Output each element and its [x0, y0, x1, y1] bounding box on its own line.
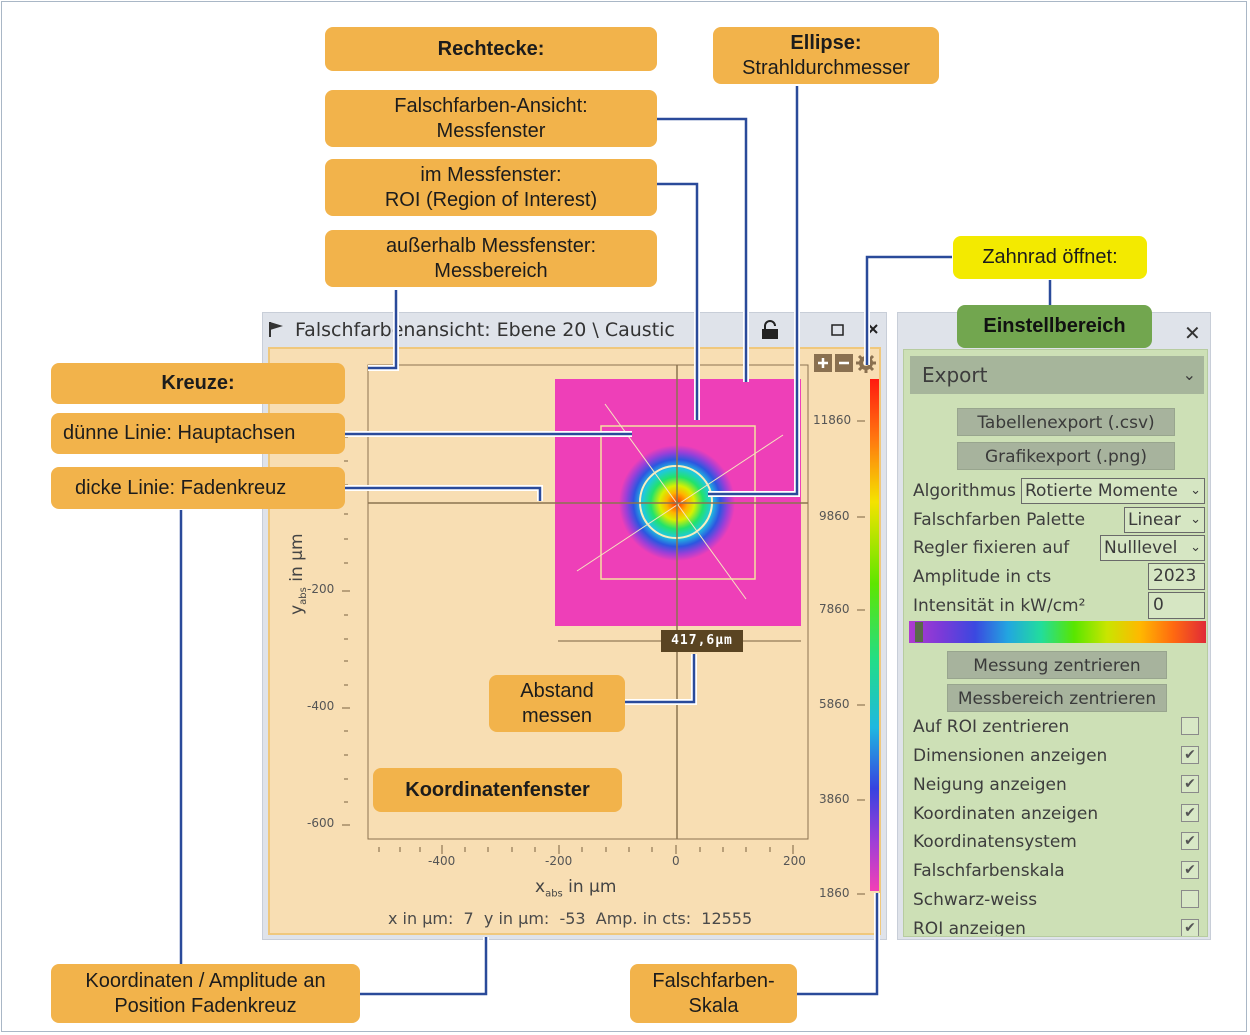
callout-skala: Falschfarben- Skala [630, 964, 797, 1023]
amplitude-label: Amplitude in cts [913, 567, 1052, 587]
check-label: Koordinaten anzeigen [913, 804, 1099, 824]
regler-select[interactable]: Nulllevel ⌄ [1100, 535, 1205, 561]
palette-gradient-bar[interactable] [909, 621, 1206, 643]
checkbox-coord-system[interactable]: ✔ [1181, 832, 1199, 850]
intensity-label: Intensität in kW/cm² [913, 596, 1086, 616]
check-label: Neigung anzeigen [913, 775, 1067, 795]
checkbox-show-roi[interactable]: ✔ [1181, 919, 1199, 936]
coordinate-status: x in µm: 7 y in µm: -53 Amp. in cts: 125… [388, 909, 753, 928]
chevron-down-icon: ⌄ [1190, 512, 1201, 527]
callout-fadenkreuz: dicke Linie: Fadenkreuz [51, 467, 345, 509]
checkbox-roi-center[interactable] [1181, 717, 1199, 735]
x-axis-label: xabs in µm [535, 877, 617, 900]
y-tick-label: -400 [307, 699, 335, 713]
callout-einstellbereich: Einstellbereich [957, 305, 1152, 348]
callout-koordinatenfenster: Koordinatenfenster [373, 768, 622, 812]
palette-slider-handle[interactable] [915, 622, 923, 642]
false-color-window: Falschfarbenansicht: Ebene 20 \ Caustic [262, 312, 887, 940]
settings-panel: ✕ Export ⌄ Tabellenexport (.csv) Grafike… [897, 312, 1211, 940]
close-icon[interactable]: ✕ [1184, 321, 1201, 345]
callout-hauptachsen: dünne Linie: Hauptachsen [51, 413, 345, 454]
false-color-plot[interactable] [270, 349, 879, 933]
callout-koordinaten: Koordinaten / Amplitude an Position Faden… [51, 964, 360, 1023]
center-range-button[interactable]: Messbereich zentrieren [947, 684, 1167, 712]
callout-kreuze: Kreuze: [51, 363, 345, 404]
amplitude-input[interactable]: 2023 [1148, 563, 1205, 590]
chevron-down-icon: ⌄ [1190, 540, 1201, 555]
chevron-down-icon: ⌄ [1182, 365, 1196, 384]
checkbox-black-white[interactable] [1181, 890, 1199, 908]
callout-abstand: Abstand messen [489, 675, 625, 732]
x-tick-label: -200 [545, 854, 573, 868]
scale-tick-label: 9860 [819, 509, 850, 523]
y-axis-label: yabs in µm [286, 533, 310, 615]
check-label: Schwarz-weiss [913, 890, 1038, 910]
scale-tick-label: 3860 [819, 792, 850, 806]
checkbox-dimensions[interactable]: ✔ [1181, 746, 1199, 764]
checkbox-coordinates[interactable]: ✔ [1181, 804, 1199, 822]
checkbox-color-scale[interactable]: ✔ [1181, 861, 1199, 879]
color-scale-bar[interactable] [870, 379, 879, 891]
regler-label: Regler fixieren auf [913, 538, 1070, 558]
scale-tick-label: 1860 [819, 886, 850, 900]
lock-icon[interactable] [759, 320, 781, 340]
zoom-out-icon[interactable] [835, 354, 853, 372]
check-label: ROI anzeigen [913, 919, 1026, 937]
x-tick-label: -400 [428, 854, 456, 868]
intensity-input[interactable]: 0 [1148, 592, 1205, 619]
distance-readout: 417,6µm [661, 630, 743, 652]
scale-toolbar [814, 353, 876, 373]
palette-select[interactable]: Linear ⌄ [1124, 507, 1205, 533]
checkbox-tilt[interactable]: ✔ [1181, 775, 1199, 793]
check-label: Koordinatensystem [913, 832, 1077, 852]
y-tick-label: -200 [307, 582, 335, 596]
zoom-in-icon[interactable] [814, 354, 832, 372]
scale-tick-label: 7860 [819, 602, 850, 616]
check-label: Falschfarbenskala [913, 861, 1065, 881]
x-axis-ticks [378, 845, 794, 854]
scale-ticks [857, 420, 865, 895]
csv-export-button[interactable]: Tabellenexport (.csv) [957, 408, 1175, 436]
settings-body: Export ⌄ Tabellenexport (.csv) Grafikexp… [903, 349, 1208, 937]
scale-tick-label: 5860 [819, 697, 850, 711]
x-tick-label: 200 [783, 854, 806, 868]
algorithm-label: Algorithmus [913, 481, 1016, 501]
center-measurement-button[interactable]: Messung zentrieren [947, 651, 1167, 679]
window-titlebar: Falschfarbenansicht: Ebene 20 \ Caustic [263, 313, 886, 347]
algorithm-select[interactable]: Rotierte Momente ⌄ [1021, 478, 1205, 504]
chevron-down-icon: ⌄ [1190, 483, 1201, 498]
check-label: Auf ROI zentrieren [913, 717, 1070, 737]
scale-tick-label: 11860 [813, 413, 852, 427]
export-section-dropdown[interactable]: Export ⌄ [910, 356, 1204, 394]
y-tick-label: -600 [307, 816, 335, 830]
x-tick-label: 0 [672, 854, 680, 868]
callout-roi: im Messfenster: ROI (Region of Interest) [325, 159, 657, 216]
gear-icon[interactable] [856, 353, 876, 373]
callout-rechtecke: Rechtecke: [325, 27, 657, 71]
callout-zahnrad: Zahnrad öffnet: [953, 236, 1147, 279]
window-title: Falschfarbenansicht: Ebene 20 \ Caustic [295, 319, 675, 341]
false-color-view[interactable]: -200 -400 -600 -400 -200 0 200 11860 986… [268, 347, 881, 935]
palette-label: Falschfarben Palette [913, 510, 1086, 530]
callout-ellipse: Ellipse: Strahldurchmesser [713, 27, 939, 84]
callout-messfenster: Falschfarben-Ansicht: Messfenster [325, 90, 657, 147]
png-export-button[interactable]: Grafikexport (.png) [957, 442, 1175, 470]
maximize-icon[interactable] [831, 323, 845, 337]
section-label: Export [922, 363, 988, 387]
close-icon[interactable] [867, 323, 881, 337]
flag-icon [269, 322, 283, 337]
callout-messbereich: außerhalb Messfenster: Messbereich [325, 230, 657, 287]
check-label: Dimensionen anzeigen [913, 746, 1108, 766]
